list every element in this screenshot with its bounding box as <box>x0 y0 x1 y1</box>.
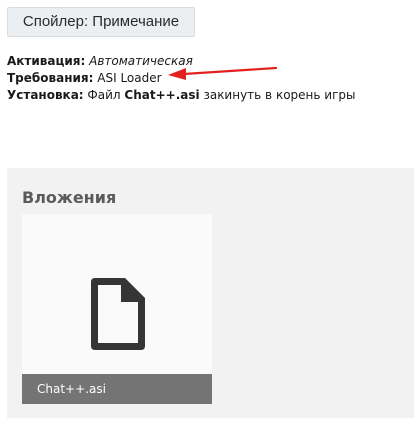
requirements-row: Требования: ASI Loader <box>7 70 355 87</box>
info-block: Активация: Автоматическая Требования: AS… <box>7 53 355 104</box>
page: Спойлер: Примечание Активация: Автоматич… <box>0 0 415 428</box>
activation-value: Автоматическая <box>89 54 193 68</box>
attachment-thumbnail[interactable] <box>22 214 212 374</box>
install-label: Установка: <box>7 88 84 102</box>
install-file: Chat++.asi <box>124 88 200 102</box>
activation-row: Активация: Автоматическая <box>7 53 355 70</box>
install-row: Установка: Файл Chat++.asi закинуть в ко… <box>7 87 355 104</box>
attachment-card[interactable]: Chat++.asi <box>22 214 212 404</box>
spoiler-button[interactable]: Спойлер: Примечание <box>7 7 195 37</box>
attachment-filename[interactable]: Chat++.asi <box>22 374 212 404</box>
attachments-title: Вложения <box>22 188 117 207</box>
requirements-value: ASI Loader <box>97 71 162 85</box>
attachments-panel: Вложения Chat++.asi <box>7 168 414 418</box>
file-icon <box>91 278 145 350</box>
install-prefix: Файл <box>87 88 121 102</box>
requirements-label: Требования: <box>7 71 94 85</box>
install-suffix: закинуть в корень игры <box>203 88 356 102</box>
activation-label: Активация: <box>7 54 86 68</box>
